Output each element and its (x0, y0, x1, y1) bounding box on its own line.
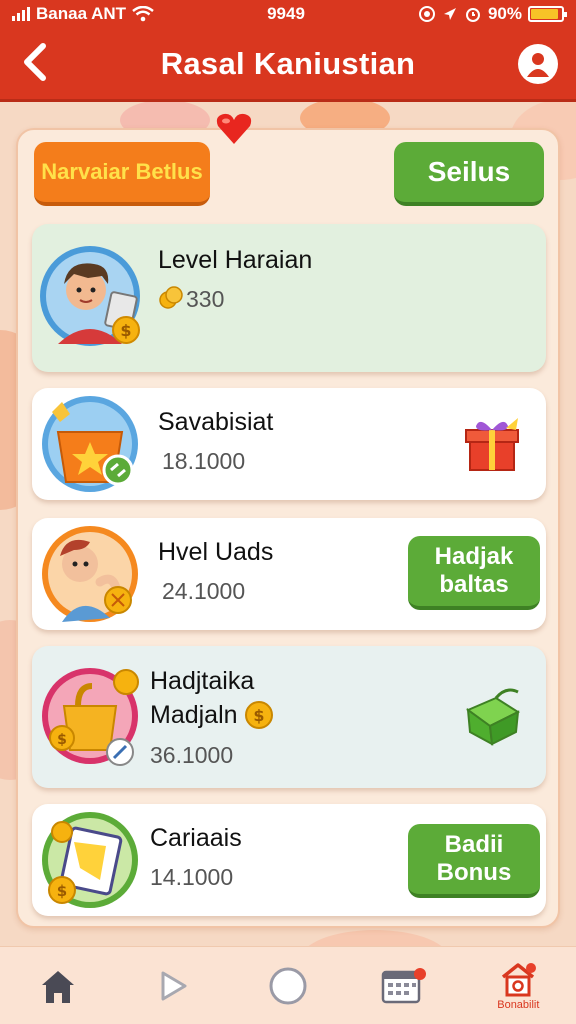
nav-item-bonus[interactable]: Bonabilit (478, 951, 558, 1021)
card-title: Hvel Uads (158, 538, 274, 566)
status-bar: Banaa ANT 9949 90% (0, 0, 576, 28)
nav-label-bonus: Bonabilit (497, 998, 540, 1011)
svg-text:$: $ (57, 732, 67, 748)
wifi-icon (132, 6, 154, 22)
play-icon (161, 971, 187, 1000)
status-left: Banaa ANT (12, 4, 154, 24)
svg-text:$: $ (253, 706, 264, 725)
cariaais-card[interactable]: $ Cariaais 14.1000 Badii Bonus (32, 804, 546, 916)
gift-box-icon (465, 418, 519, 471)
card-title: Cariaais (150, 824, 242, 852)
coins-icon (159, 286, 183, 309)
profile-button[interactable] (518, 44, 558, 84)
svg-text:$: $ (120, 321, 131, 340)
nav-item-play[interactable] (133, 951, 213, 1021)
coin-pot-icon: $ (42, 668, 139, 766)
back-button[interactable] (14, 40, 58, 84)
circle-icon (269, 967, 307, 1004)
home-icon (41, 970, 74, 1003)
battery-percent: 90% (487, 4, 522, 23)
status-right: 90% (418, 4, 567, 24)
card-value: 14.1000 (150, 864, 234, 890)
battery-icon (527, 6, 567, 22)
heart-icon (216, 113, 252, 144)
card-value: 330 (186, 286, 225, 312)
carrier-name: Banaa ANT (36, 4, 127, 23)
alarm-icon (465, 8, 480, 22)
coin-icon: $ (245, 701, 273, 729)
star-box-icon (42, 396, 138, 492)
hadjtaika-card[interactable]: $ Hadjtaika Madjaln $ 36.1000 (32, 646, 546, 788)
narvaiar-betlus-button[interactable]: Narvaiar Betlus (34, 142, 210, 206)
rewards-panel: Narvaiar Betlus Seilus $ Level Haraian 3… (16, 128, 560, 928)
card-title: Level Haraian (158, 246, 313, 274)
page-title: Rasal Kaniustian (160, 45, 416, 81)
level-card[interactable]: $ Level Haraian 330 (32, 224, 546, 372)
app-header: Rasal Kaniustian (0, 28, 576, 102)
user-icon (527, 53, 549, 77)
location-icon (443, 8, 456, 20)
record-icon (418, 6, 435, 22)
card-value: 24.1000 (162, 578, 246, 604)
badii-bonus-button[interactable]: Badii Bonus (408, 824, 540, 898)
savabisiat-card[interactable]: Savabisiat 18.1000 (32, 388, 546, 500)
house-bonus-icon (502, 962, 537, 996)
gift-box-green-icon (465, 688, 521, 746)
signal-icon (12, 7, 30, 21)
status-time: 9949 (267, 4, 305, 23)
battery-fill (530, 9, 558, 19)
nav-item-calendar[interactable] (363, 951, 443, 1021)
nav-item-circle[interactable] (248, 951, 328, 1021)
hvel-uads-card[interactable]: Hvel Uads 24.1000 Hadjak baltas (32, 518, 546, 630)
calendar-icon (381, 967, 427, 1003)
baby-avatar-icon (42, 526, 138, 622)
nav-item-home[interactable] (18, 951, 98, 1021)
coupon-icon: $ (42, 812, 138, 908)
svg-text:$: $ (57, 882, 67, 900)
chevron-left-icon (24, 43, 46, 81)
card-value: 36.1000 (150, 742, 234, 768)
card-value: 18.1000 (162, 448, 246, 474)
bottom-nav: Bonabilit (0, 946, 576, 1024)
seilus-button[interactable]: Seilus (394, 142, 544, 206)
card-title: Savabisiat (158, 408, 274, 436)
boy-avatar-icon: $ (40, 246, 140, 346)
hadjak-baltas-button[interactable]: Hadjak baltas (408, 536, 540, 610)
